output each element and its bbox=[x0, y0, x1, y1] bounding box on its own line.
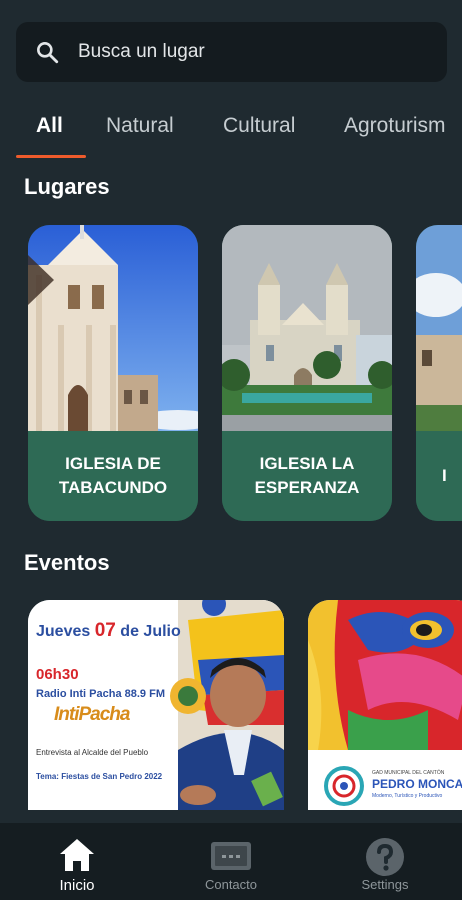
category-tabs: All Natural Cultural Agroturism bbox=[0, 100, 462, 158]
place-image-third bbox=[416, 225, 462, 431]
active-tab-indicator bbox=[16, 155, 86, 158]
place-card-tabacundo[interactable]: IGLESIA DE TABACUNDO bbox=[28, 225, 198, 521]
nav-contacto[interactable]: Contacto bbox=[154, 823, 308, 900]
place-name: IGLESIA DE TABACUNDO bbox=[28, 431, 198, 521]
tab-natural[interactable]: Natural bbox=[106, 114, 174, 138]
event-org-name: PEDRO MONCA bbox=[372, 777, 462, 791]
event-org-label: GAD MUNICIPAL DEL CANTÓN bbox=[372, 770, 445, 776]
event-theme: Tema: Fiestas de San Pedro 2022 bbox=[36, 772, 163, 781]
event-date: Jueves 07 de Julio bbox=[36, 620, 181, 641]
places-carousel[interactable]: IGLESIA DE TABACUNDO IGLESIA LA ESPERANZ… bbox=[0, 225, 462, 525]
tab-all[interactable]: All bbox=[36, 114, 63, 138]
search-bar[interactable]: Busca un lugar bbox=[16, 22, 447, 82]
place-card-la-esperanza[interactable]: IGLESIA LA ESPERANZA bbox=[222, 225, 392, 521]
event-description: Entrevista al Alcalde del Pueblo bbox=[36, 748, 149, 757]
events-section-title: Eventos bbox=[24, 550, 110, 575]
place-name: I bbox=[416, 431, 462, 521]
event-card-radio-interview[interactable]: Jueves 07 de Julio 06h30 Radio Inti Pach… bbox=[28, 600, 284, 810]
search-placeholder[interactable]: Busca un lugar bbox=[78, 41, 205, 63]
tab-agroturismo[interactable]: Agroturism bbox=[344, 114, 446, 138]
help-icon bbox=[366, 838, 404, 876]
tab-cultural[interactable]: Cultural bbox=[223, 114, 295, 138]
nav-label-inicio: Inicio bbox=[59, 877, 95, 894]
places-section-title: Lugares bbox=[24, 174, 110, 199]
place-image-tabacundo bbox=[28, 225, 198, 431]
event-card-festival[interactable]: GAD MUNICIPAL DEL CANTÓN PEDRO MONCA Mod… bbox=[308, 600, 462, 810]
nav-label-settings: Settings bbox=[361, 877, 409, 892]
event-time: 06h30 bbox=[36, 666, 79, 683]
message-icon bbox=[211, 842, 251, 870]
place-card-third[interactable]: I bbox=[416, 225, 462, 521]
home-icon bbox=[60, 839, 94, 871]
bottom-navigation: Inicio Contacto Settings bbox=[0, 823, 462, 900]
nav-settings[interactable]: Settings bbox=[308, 823, 462, 900]
inti-pacha-logo: IntiPacha bbox=[54, 704, 130, 725]
place-name: IGLESIA LA ESPERANZA bbox=[222, 431, 392, 521]
nav-label-contacto: Contacto bbox=[204, 877, 258, 892]
events-carousel[interactable]: Jueves 07 de Julio 06h30 Radio Inti Pach… bbox=[0, 600, 462, 810]
place-image-la-esperanza bbox=[222, 225, 392, 431]
event-station: Radio Inti Pacha 88.9 FM bbox=[36, 688, 165, 700]
event-org-tagline: Moderno, Turístico y Productivo bbox=[372, 793, 443, 799]
nav-inicio[interactable]: Inicio bbox=[0, 823, 154, 900]
search-icon bbox=[37, 42, 59, 64]
